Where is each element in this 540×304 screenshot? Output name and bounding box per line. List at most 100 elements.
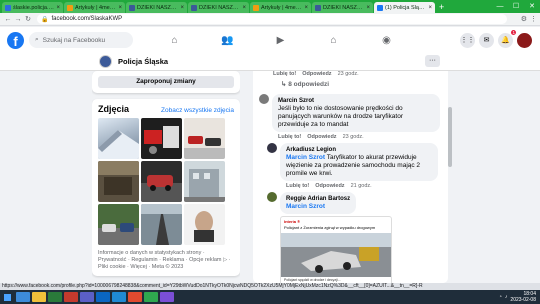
parking-image — [98, 223, 139, 245]
search-icon: ⌕ — [35, 36, 39, 43]
reply-link[interactable]: Odpowiedz — [315, 183, 344, 189]
home-icon[interactable]: ⌂ — [148, 27, 201, 53]
comment-actions: Lubię to! Odpowiedz 23 godz. — [278, 134, 440, 140]
scrollbar-thumb[interactable] — [448, 107, 452, 167]
comment-bubble: Reggie Adrian Bartosz Marcin Szrot — [280, 192, 357, 214]
like-link[interactable]: Lubię to! — [286, 183, 309, 189]
extensions-icon[interactable]: ⚙ — [521, 15, 527, 23]
browser-tab[interactable]: Artykuły | 4media × — [250, 2, 311, 13]
photo-thumbnail[interactable] — [98, 161, 139, 202]
comment-time: 23 godz. — [342, 134, 364, 140]
like-link[interactable]: Lubię to! — [278, 134, 301, 140]
comment: Marcin Szrot Jeśli było to nie dostosowa… — [253, 94, 448, 140]
taskbar-app-icon[interactable] — [16, 292, 30, 302]
reload-icon[interactable]: ↻ — [23, 15, 33, 23]
avatar[interactable] — [259, 94, 269, 104]
comment-author[interactable]: Arkadiusz Legion — [286, 146, 432, 154]
taskbar-app-icon[interactable] — [64, 292, 78, 302]
crash-image — [141, 175, 182, 202]
messenger-icon[interactable]: ✉ — [479, 32, 494, 48]
friends-icon[interactable]: 👥 — [201, 27, 254, 53]
see-all-photos-link[interactable]: Zobacz wszystkie zdjęcia — [161, 107, 234, 114]
close-icon[interactable]: ✕ — [524, 0, 540, 13]
taskbar-app-icon[interactable] — [80, 292, 94, 302]
photo-thumbnail[interactable] — [98, 118, 139, 159]
propose-changes-button[interactable]: Zaproponuj zmiany — [98, 76, 234, 88]
taskbar-app-icon[interactable] — [96, 292, 110, 302]
taskbar-app-icon[interactable] — [112, 292, 126, 302]
windows-icon — [3, 293, 11, 301]
attached-screenshot[interactable]: Interia ® Policjant z Żorzmienia zginął … — [280, 216, 392, 283]
marketplace-icon[interactable]: ⌂ — [307, 27, 360, 53]
taskbar-app-icon[interactable] — [144, 292, 158, 302]
browser-tab[interactable]: (1) Policja Śląska × — [374, 2, 435, 13]
scrollbar[interactable] — [448, 71, 452, 283]
page-avatar[interactable] — [99, 55, 112, 68]
photo-thumbnail[interactable] — [184, 204, 225, 245]
volume-icon[interactable]: ♪ — [505, 294, 508, 300]
photo-thumbnail[interactable] — [141, 118, 182, 159]
facebook-logo-icon[interactable]: f — [7, 31, 24, 49]
new-tab-button[interactable]: + — [439, 2, 444, 13]
search-input[interactable]: ⌕ Szukaj na Facebooku — [29, 32, 133, 48]
minimize-icon[interactable]: — — [492, 0, 508, 13]
back-icon[interactable]: ← — [3, 16, 13, 23]
taskbar-app-icon[interactable] — [128, 292, 142, 302]
screenshot-headline: Policjant z Żorzmienia zginął w wypadku … — [284, 225, 376, 230]
browser-tab-strip: ślaskie.policja.gov.pl×Artykuły | 4media… — [0, 0, 540, 13]
notifications-icon[interactable]: 🔔 1 — [498, 29, 516, 48]
page-name[interactable]: Policja Śląska — [118, 57, 168, 66]
photo-thumbnail[interactable] — [184, 161, 225, 202]
like-link[interactable]: Lubię to! — [273, 71, 296, 77]
tab-close-icon[interactable]: × — [242, 5, 246, 11]
photo-thumbnail[interactable] — [98, 204, 139, 245]
menu-icon[interactable]: ⋮ — [530, 15, 537, 23]
menu-grid-icon[interactable]: ⋮⋮ — [460, 32, 475, 48]
address-bar[interactable]: 🔒 facebook.com/SlaskaKWP — [37, 14, 507, 24]
taskbar-app-icon[interactable] — [48, 292, 62, 302]
forward-icon[interactable]: → — [13, 16, 23, 23]
comment-text: Jeśli było to nie dostosowanie prędkości… — [278, 105, 404, 128]
clock-date: 2023-02-08 — [510, 297, 536, 303]
comment-author[interactable]: Marcin Szrot — [278, 97, 434, 105]
tab-close-icon[interactable]: × — [118, 5, 122, 11]
photo-thumbnail[interactable] — [141, 161, 182, 202]
screenshot-source: Interia ® — [284, 219, 301, 224]
view-replies-link[interactable]: ↳ 8 odpowiedzi — [281, 80, 442, 88]
comment-author[interactable]: Reggie Adrian Bartosz — [286, 195, 350, 203]
reply-link[interactable]: Odpowiedz — [307, 134, 336, 140]
browser-tab[interactable]: DZIEKI NASZEJ P × — [188, 2, 249, 13]
taskbar-app-icon[interactable] — [160, 292, 174, 302]
wifi-icon[interactable]: ◔ — [499, 294, 502, 300]
taskbar-app-icon[interactable] — [32, 292, 46, 302]
photos-title: Zdjęcia — [98, 104, 130, 114]
tab-close-icon[interactable]: × — [428, 5, 432, 11]
browser-tab[interactable]: ślaskie.policja.gov.pl× — [2, 2, 63, 13]
tab-close-icon[interactable]: × — [56, 5, 60, 11]
page-footer: Informacje o danych w statystykach stron… — [98, 250, 231, 270]
avatar[interactable] — [267, 192, 277, 202]
clock[interactable]: 18:04 2023-02-08 — [510, 291, 536, 303]
maximize-icon[interactable]: ☐ — [508, 0, 524, 13]
account-avatar[interactable] — [517, 32, 532, 48]
reply-link[interactable]: Odpowiedz — [302, 71, 331, 77]
photo-thumbnail[interactable] — [184, 118, 225, 159]
photo-grid — [98, 118, 234, 245]
tab-close-icon[interactable]: × — [366, 5, 370, 11]
tab-close-icon[interactable]: × — [304, 5, 308, 11]
photo-thumbnail[interactable] — [141, 204, 182, 245]
mention-tag[interactable]: Marcin Szrot — [286, 154, 325, 161]
avatar[interactable] — [267, 143, 277, 153]
tab-favicon-icon — [315, 4, 321, 11]
browser-tab[interactable]: DZIEKI NASZEJ P × — [126, 2, 187, 13]
mention-tag[interactable]: Marcin Szrot — [286, 203, 350, 211]
watch-icon[interactable]: ▶ — [254, 27, 307, 53]
comment-time: 21 godz. — [350, 183, 372, 189]
tab-close-icon[interactable]: × — [180, 5, 184, 11]
tab-favicon-icon — [129, 4, 135, 11]
start-button[interactable] — [0, 290, 14, 304]
browser-tab[interactable]: DZIEKI NASZEJ P × — [312, 2, 373, 13]
browser-tab[interactable]: Artykuły | 4media × — [64, 2, 125, 13]
more-options-button[interactable]: ··· — [425, 55, 440, 67]
groups-icon[interactable]: ◉ — [360, 27, 413, 53]
